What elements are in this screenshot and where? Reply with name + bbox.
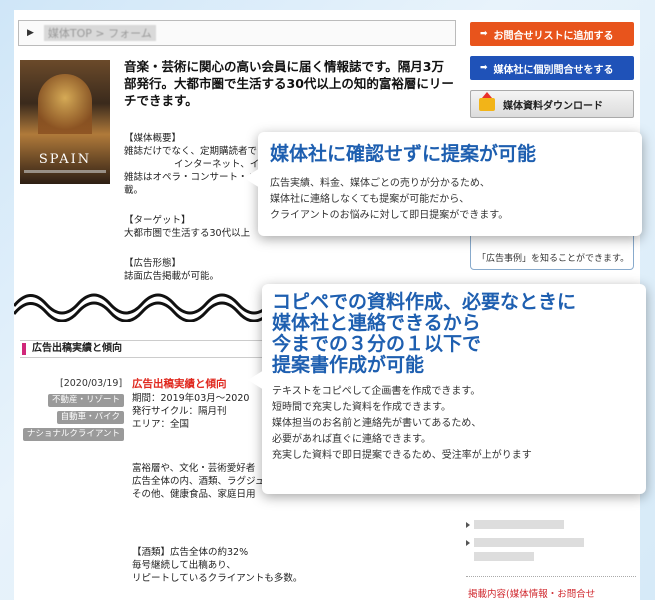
side-note-link[interactable]: 掲載内容(媒体情報・お問合せ [468, 586, 595, 600]
download-media-kit-label: 媒体資料ダウンロード [503, 100, 603, 112]
callout-title-line: 媒体社と連絡できるから [272, 312, 481, 334]
cover-title: SPAIN [38, 152, 92, 167]
target-heading: 【ターゲット】 [124, 215, 191, 226]
bullet-icon [466, 540, 470, 546]
add-to-inquiry-list-label: お問合せリストに追加する [493, 30, 614, 42]
redacted-row [474, 538, 584, 547]
side-info-box: 「広告事例」を知ることができます。 [470, 232, 634, 270]
callout-line: クライアントのお悩みに対して即日提案ができます。 [270, 210, 509, 221]
record-period: 期間：2019年03月～2020 [132, 393, 250, 404]
callout-pointer [248, 370, 264, 390]
callout-title: 媒体社に確認せずに提案が可能 [270, 143, 537, 165]
callout-title-line: 今までの３分の１以下で [272, 333, 482, 355]
breadcrumb-text[interactable]: 媒体TOP > フォーム [43, 25, 156, 41]
redacted-row [474, 552, 534, 561]
download-folder-icon [479, 91, 495, 111]
callout-title-line: 提案書作成が可能 [272, 354, 425, 376]
divider [466, 576, 636, 577]
liquor-line: 毎号継続して出稿あり、 [132, 560, 236, 571]
record-date: [2020/03/19] [60, 378, 123, 389]
callout-copy-paste-proposal: コピペでの資料作成、必要なときに 媒体社と連絡できるから 今までの３分の１以下で… [262, 284, 646, 494]
callout-line: 媒体社に連絡しなくても提案が可能だから、 [270, 194, 470, 205]
profile-heading: 【媒体概要】 [124, 133, 182, 144]
record-note: 富裕層や、文化・芸術愛好者 [132, 463, 256, 474]
record-title[interactable]: 広告出稿実績と傾向 [132, 376, 227, 391]
liquor-heading: 【酒類】広告全体の約32% [132, 547, 249, 558]
record-note: その他、健康食品、家庭日用 [132, 489, 256, 500]
download-media-kit-button[interactable]: 媒体資料ダウンロード [470, 90, 634, 118]
callout-pointer [244, 168, 260, 188]
liquor-line: リピートしているクライアントも多数。 [132, 573, 303, 584]
wave-divider [14, 293, 272, 322]
callout-line: 必要があれば直ぐに連絡できます。 [272, 434, 431, 445]
breadcrumb[interactable]: ▶ 媒体TOP > フォーム [18, 20, 456, 46]
callout-line: 短時間で充実した資料を作成できます。 [272, 402, 451, 413]
callout-propose-without-confirmation: 媒体社に確認せずに提案が可能 広告実績、料金、媒体ごとの売りが分かるため、 媒体… [258, 132, 642, 236]
play-icon: ▶ [27, 28, 34, 38]
target-line: 大都市圏で生活する30代以上 [124, 228, 251, 239]
callout-line: テキストをコピペして企画書を作成できます。 [272, 386, 481, 397]
cover-arch-graphic [38, 74, 92, 134]
category-tag[interactable]: ナショナルクライアント [22, 428, 124, 441]
record-area: エリア：全国 [132, 419, 190, 430]
profile-line: 雑誌だけでなく、定期購読者で [124, 146, 258, 157]
bullet-icon [466, 522, 470, 528]
category-tag[interactable]: 自動車・バイク [56, 411, 124, 424]
callout-line: 媒体担当のお名前と連絡先が書いてあるため、 [272, 418, 482, 429]
format-heading: 【広告形態】 [124, 258, 182, 269]
callout-line: 広告実績、料金、媒体ごとの売りが分かるため、 [270, 178, 490, 189]
callout-line: 充実した資料で即日提案できるため、受注率が上がります [272, 450, 532, 461]
side-contact-list [460, 480, 640, 600]
cover-subtitle-graphic [24, 170, 106, 173]
side-info-text: 「広告事例」を知ることができます。 [477, 254, 630, 264]
contact-media-button[interactable]: ➡ 媒体社に個別問合せをする [470, 56, 634, 80]
record-cycle: 発行サイクル：隔月刊 [132, 406, 227, 417]
arrow-right-icon: ➡ [480, 29, 488, 39]
redacted-row [474, 520, 564, 529]
arrow-right-icon: ➡ [480, 63, 488, 73]
contact-media-label: 媒体社に個別問合せをする [493, 64, 614, 76]
add-to-inquiry-list-button[interactable]: ➡ お問合せリストに追加する [470, 22, 634, 46]
category-tag[interactable]: 不動産・リゾート [47, 394, 124, 407]
media-lead-text: 音楽・芸術に関心の高い会員に届く情報誌です。隔月3万部発行。大都市圏で生活する3… [124, 59, 454, 108]
callout-title-line: コピペでの資料作成、必要なときに [272, 291, 577, 313]
magazine-cover-image: SPAIN [20, 60, 110, 184]
record-note: 広告全体の内、酒類、ラグジュ [132, 476, 265, 487]
